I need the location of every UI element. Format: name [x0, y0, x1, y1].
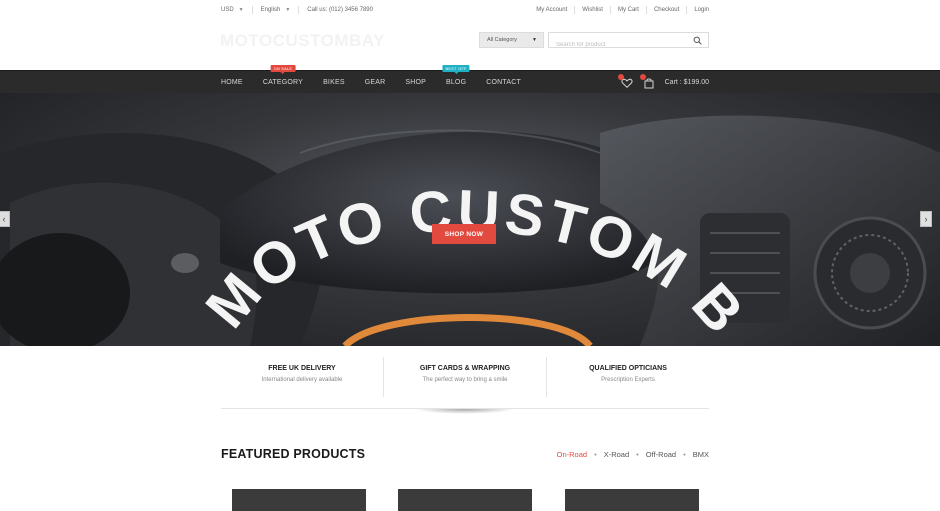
category-select[interactable]: All Category ▼ — [479, 32, 544, 48]
feature-title: GIFT CARDS & WRAPPING — [419, 365, 511, 372]
nav-shop[interactable]: SHOP — [405, 79, 426, 86]
hero-slider: MOTO CUSTOM BAY ‹ › SHOP NOW — [0, 93, 940, 346]
site-logo[interactable]: MOTOCUSTOMBAY — [220, 31, 385, 51]
feature-item: FREE UK DELIVERY International delivery … — [221, 357, 383, 397]
nav-actions: Cart : $199.00 — [617, 71, 709, 94]
phone-number: Call us: (012) 3456 7890 — [307, 7, 373, 13]
best-off-badge: BEST OFF — [442, 65, 470, 74]
slider-prev-button[interactable]: ‹ — [0, 211, 10, 227]
slider-next-button[interactable]: › — [920, 211, 932, 227]
feature-item: GIFT CARDS & WRAPPING The perfect way to… — [383, 357, 546, 397]
nav-home[interactable]: HOME — [221, 79, 243, 86]
chevron-down-icon: ▼ — [285, 7, 291, 13]
product-category-tabs: On-Road • X-Road • Off-Road • BMX — [557, 450, 709, 459]
cart-count-badge — [639, 73, 646, 80]
feature-item: QUALIFIED OPTICIANS Prescription Experts — [546, 357, 709, 397]
product-card[interactable] — [232, 489, 366, 511]
wishlist-count-badge — [617, 73, 624, 80]
currency-label: USD — [221, 7, 234, 13]
feature-title: FREE UK DELIVERY — [268, 365, 336, 372]
tab-on-road[interactable]: On-Road — [557, 450, 587, 459]
account-links: My Account Wishlist My Cart Checkout Log… — [536, 6, 709, 14]
caret-down-icon: ▼ — [532, 37, 537, 43]
features-strip: FREE UK DELIVERY International delivery … — [221, 357, 709, 397]
nav-bikes[interactable]: BIKES — [323, 79, 345, 86]
divider-shadow — [415, 409, 515, 414]
nav-bikes-label: BIKES — [323, 79, 345, 86]
shop-now-button[interactable]: SHOP NOW — [432, 224, 496, 244]
cart-button[interactable] — [639, 73, 655, 89]
chevron-right-icon: › — [924, 214, 928, 224]
nav-category-label: CATEGORY — [262, 79, 304, 86]
language-select[interactable]: English ▼ — [261, 7, 291, 13]
divider — [298, 6, 300, 14]
featured-products-title: FEATURED PRODUCTS — [221, 447, 366, 461]
tab-off-road[interactable]: Off-Road — [646, 450, 676, 459]
nav-home-label: HOME — [221, 79, 243, 86]
wishlist-link[interactable]: Wishlist — [582, 7, 603, 13]
feature-subtitle: The perfect way to bring a smile — [422, 377, 508, 383]
my-cart-link[interactable]: My Cart — [618, 7, 639, 13]
wishlist-button[interactable] — [617, 73, 633, 89]
top-utility-bar: USD ▼ English ▼ Call us: (012) 3456 7890… — [0, 0, 940, 18]
product-card[interactable] — [565, 489, 699, 511]
nav-contact[interactable]: CONTACT — [486, 79, 521, 86]
nav-gear-label: GEAR — [364, 79, 386, 86]
search-input[interactable] — [549, 38, 689, 52]
search-box — [548, 32, 709, 52]
tab-separator: • — [683, 450, 686, 459]
chevron-left-icon: ‹ — [2, 214, 6, 224]
hero-motorcycle-image: MOTO CUSTOM BAY — [0, 93, 940, 346]
tab-x-road[interactable]: X-Road — [604, 450, 629, 459]
nav-contact-label: CONTACT — [486, 79, 521, 86]
category-select-value: All Category — [487, 37, 517, 43]
language-label: English — [260, 7, 281, 13]
feature-subtitle: Prescription Experts — [601, 377, 655, 383]
divider — [574, 6, 576, 14]
divider — [645, 6, 647, 14]
feature-subtitle: International delivery available — [261, 377, 343, 383]
nav-gear[interactable]: GEAR — [365, 79, 386, 86]
nav-shop-label: SHOP — [405, 79, 426, 86]
tab-separator: • — [594, 450, 597, 459]
divider — [609, 6, 611, 14]
checkout-link[interactable]: Checkout — [654, 7, 679, 13]
divider — [251, 6, 253, 14]
nav-blog[interactable]: BEST OFF BLOG — [442, 65, 470, 86]
tab-separator: • — [636, 450, 639, 459]
feature-title: QUALIFIED OPTICIANS — [589, 365, 667, 372]
login-link[interactable]: Login — [694, 7, 709, 13]
nav-blog-label: BLOG — [445, 79, 467, 86]
my-account-link[interactable]: My Account — [536, 7, 567, 13]
nav-category[interactable]: ON SALE CATEGORY — [262, 65, 304, 86]
product-card[interactable] — [398, 489, 532, 511]
cart-total[interactable]: Cart : $199.00 — [665, 79, 709, 86]
nav-menu: HOME ON SALE CATEGORY BIKES GEAR SHOP BE… — [221, 65, 541, 94]
currency-select[interactable]: USD ▼ — [221, 7, 244, 13]
divider — [686, 6, 688, 14]
main-navigation: HOME ON SALE CATEGORY BIKES GEAR SHOP BE… — [0, 65, 940, 94]
on-sale-badge: ON SALE — [270, 65, 296, 74]
tab-bmx[interactable]: BMX — [693, 450, 709, 459]
search-icon[interactable] — [693, 36, 702, 45]
chevron-down-icon: ▼ — [238, 7, 244, 13]
topbar-left: USD ▼ English ▼ Call us: (012) 3456 7890 — [221, 6, 373, 14]
